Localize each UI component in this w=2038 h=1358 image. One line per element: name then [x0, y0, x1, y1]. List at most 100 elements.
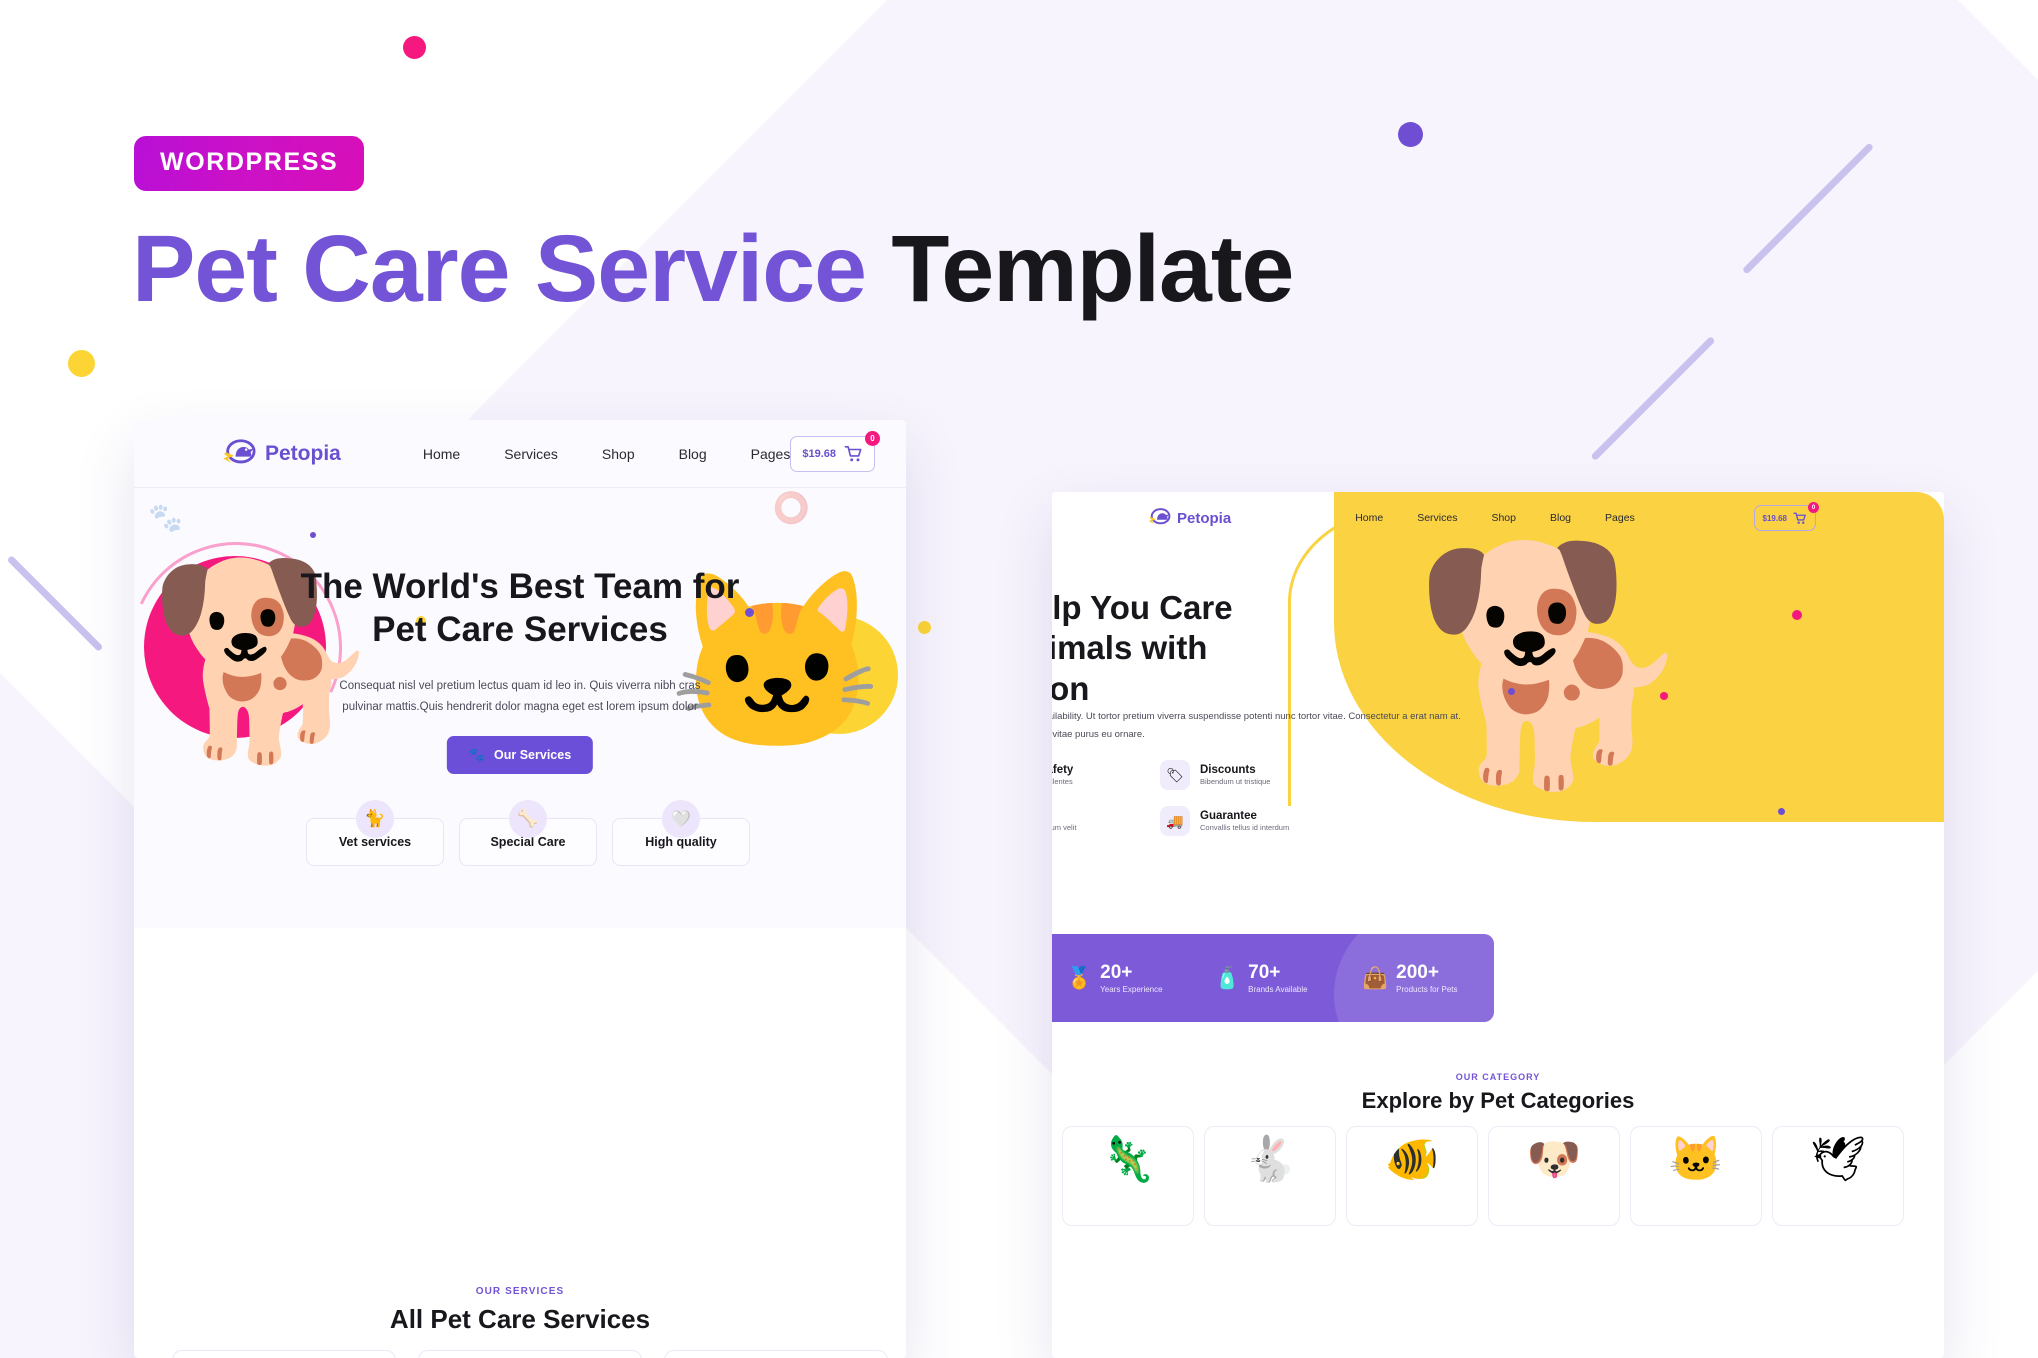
mockup2-nav-shop[interactable]: Shop: [1491, 512, 1516, 524]
shopping-cart-icon: [844, 445, 862, 461]
category-eyebrow: OUR CATEGORY: [1455, 1072, 1541, 1082]
mockup2-hero-title-line1: We Help You Care: [1052, 589, 1233, 626]
mockup2-logo[interactable]: Petopia: [1148, 508, 1231, 528]
category-card-rabbit[interactable]: 🐇: [1204, 1126, 1336, 1226]
mockup2-hero-subtitle: Items are subject to availability. Ut to…: [1052, 711, 1461, 741]
mockup1-nav-home[interactable]: Home: [423, 446, 460, 462]
mockup1-hero-title-line1: The World's Best Team for: [300, 567, 740, 606]
stat-products-for-pets: 👜 200+ Products for Pets: [1346, 963, 1494, 994]
category-card-cat[interactable]: 🐱: [1630, 1126, 1762, 1226]
service-card[interactable]: [664, 1350, 888, 1358]
medal-icon: 🏅: [1066, 966, 1093, 990]
mockup2-cart-button[interactable]: $19.68 0: [1753, 502, 1819, 531]
our-services-button[interactable]: 🐾 Our Services: [446, 736, 594, 774]
service-card[interactable]: [418, 1350, 642, 1358]
mockup2-nav-home[interactable]: Home: [1355, 512, 1383, 524]
page-title: Pet Care Service Template: [132, 216, 1294, 322]
feature-support-desc: Egestas quis ipsum velit: [1052, 823, 1077, 833]
feature-support-title: Support: [1052, 809, 1076, 823]
mockup1-nav-links: Home Services Shop Blog Pages: [423, 446, 790, 462]
delivery-truck-icon: 🚚: [1160, 806, 1190, 836]
category-card-fish[interactable]: 🐠: [1346, 1126, 1478, 1226]
stat-years-experience: 🏅 20+ Years Experience: [1052, 963, 1198, 994]
website-mockup-secondary: Petopia Home Services Shop Blog Pages $1…: [1052, 492, 1944, 1358]
feature-card-high-quality[interactable]: 🤍 High quality: [612, 800, 750, 866]
feature-card-special-care[interactable]: 🦴 Special Care: [459, 800, 597, 866]
mockup1-cart-price: $19.68: [802, 447, 836, 460]
dog-icon: 🐶: [1526, 1135, 1582, 1184]
feature-support[interactable]: 🎧 Support Egestas quis ipsum velit: [1052, 806, 1136, 836]
mockup1-cart-count: 0: [865, 430, 880, 446]
stat-brands-available-number: 70+: [1248, 961, 1281, 983]
category-card-dog[interactable]: 🐶: [1488, 1126, 1620, 1226]
mockup1-logo-text: Petopia: [265, 441, 341, 465]
mockup1-hero-title: The World's Best Team for Pet Care Servi…: [134, 566, 906, 651]
mockup2-nav-services[interactable]: Services: [1417, 512, 1457, 524]
cat-icon: 🐈: [356, 800, 394, 838]
collar-decor-icon: ⭕: [772, 492, 810, 525]
decor-dot-purple-right: [1398, 122, 1423, 147]
website-mockup-primary: Petopia Home Services Shop Blog Pages $1…: [134, 420, 906, 1358]
mockup2-decor-dot-pink-b: [1660, 692, 1668, 700]
mockup1-hero-title-line2: Pet Care Services: [372, 609, 668, 649]
mockup1-nav-shop[interactable]: Shop: [602, 446, 635, 462]
stat-years-experience-label: Years Experience: [1100, 984, 1163, 994]
lizard-icon: 🦎: [1100, 1135, 1156, 1184]
feature-trust-and-safety-title: Trust & Safety: [1052, 763, 1074, 776]
mockup1-cart-button[interactable]: $19.68 0: [790, 430, 880, 472]
category-card-bird[interactable]: 🕊: [1772, 1126, 1904, 1226]
bone-icon: 🦴: [509, 800, 547, 838]
petopia-dog-logo-icon: [1148, 508, 1172, 528]
category-title: Explore by Pet Categories: [1361, 1088, 1635, 1113]
bird-icon: 🕊: [1810, 1135, 1866, 1184]
mockup2-nav-pages[interactable]: Pages: [1605, 512, 1635, 524]
category-card-row: 🦎 🐇 🐠 🐶 🐱 🕊: [1062, 1126, 1904, 1226]
feature-card-vet-services[interactable]: 🐈 Vet services: [306, 800, 444, 866]
shopping-cart-icon: [1793, 512, 1806, 524]
service-card[interactable]: [172, 1350, 396, 1358]
feature-trust-and-safety-desc: Velit euismod pellentes: [1052, 777, 1073, 787]
mockup2-navbar: Petopia Home Services Shop Blog Pages $1…: [1052, 492, 1944, 544]
mockup2-decor-dot-purple-b: [1778, 808, 1785, 815]
mockup2-hero-title-line2: for Animals with: [1052, 629, 1208, 667]
decor-dash-left-upper: [6, 555, 104, 652]
mockup1-hero: 🐕 🐱 🐾 ⭕ The World's Best Team for Pet Ca…: [134, 488, 906, 928]
mockup2-stats-bar: 🐕 120+ Sutisfide Cliens 🏅 20+ Years Expe…: [1052, 934, 1494, 1022]
category-card-lizard[interactable]: 🦎: [1062, 1126, 1194, 1226]
mockup1-nav-blog[interactable]: Blog: [679, 446, 707, 462]
percent-badge-icon: 🏷: [1160, 760, 1190, 790]
mockup2-nav-blog[interactable]: Blog: [1550, 512, 1571, 524]
heart-hand-icon: 🤍: [662, 800, 700, 838]
mockup2-hero-title: We Help You Care for Animals with Nutrit…: [1052, 588, 1512, 709]
mockup1-hero-subtitle-line1: Consequat nisl vel pretium lectus quam i…: [339, 680, 701, 692]
mockup2-cart-price: $19.68: [1762, 513, 1787, 523]
hero-decor-dot-purple-a: [310, 532, 316, 538]
page-title-accent: Pet Care Service: [132, 216, 867, 322]
feature-guarantee-title: Guarantee: [1200, 809, 1257, 822]
our-services-button-label: Our Services: [494, 748, 572, 762]
wordpress-badge: WORDPRESS: [134, 136, 365, 191]
feature-discounts[interactable]: 🏷 Discounts Bibendum ut tristique: [1160, 760, 1340, 790]
mockup1-nav-pages[interactable]: Pages: [751, 446, 791, 462]
mockup2-feature-grid: 🛡 Trust & Safety Velit euismod pellentes…: [1052, 760, 1340, 836]
mockup2-hero-title-line3: Nutrition: [1052, 669, 1090, 707]
paw-icon: 🐾: [468, 747, 486, 762]
services-title: All Pet Care Services: [389, 1304, 651, 1334]
mockup2-logo-text: Petopia: [1177, 509, 1232, 527]
mockup1-hero-subtitle-line2: pulvinar mattis.Quis hendrerit dolor mag…: [342, 701, 698, 714]
mockup2-cart-count: 0: [1808, 502, 1819, 513]
page-title-plain: Template: [891, 216, 1294, 322]
mockup2-decor-dot-pink-a: [1792, 610, 1802, 620]
feature-trust-and-safety[interactable]: 🛡 Trust & Safety Velit euismod pellentes: [1052, 760, 1136, 790]
petopia-dog-logo-icon: [222, 438, 258, 469]
mockup1-logo[interactable]: Petopia: [222, 438, 341, 469]
feature-discounts-desc: Bibendum ut tristique: [1200, 777, 1271, 787]
mockup1-nav-services[interactable]: Services: [504, 446, 558, 462]
cat-icon: 🐱: [1668, 1135, 1724, 1184]
paw-print-decor-icon: 🐾: [148, 502, 183, 533]
feature-discounts-title: Discounts: [1200, 763, 1256, 776]
feature-guarantee[interactable]: 🚚 Guarantee Convallis tellus id interdum: [1160, 806, 1340, 836]
mockup2-nav-links: Home Services Shop Blog Pages: [1355, 512, 1635, 524]
shopping-bag-icon: 👜: [1362, 966, 1389, 990]
decor-dot-yellow-mid: [918, 621, 931, 634]
